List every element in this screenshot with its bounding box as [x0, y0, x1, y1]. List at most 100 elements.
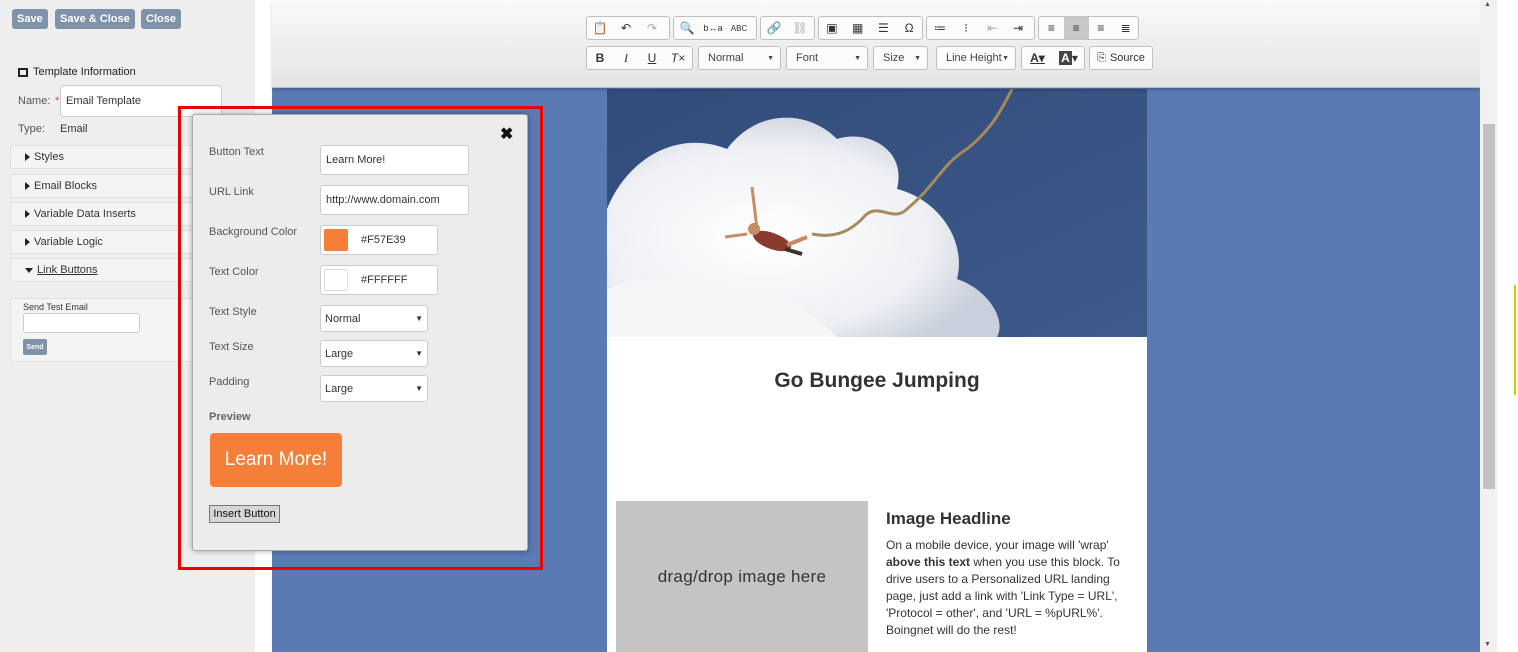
caret-right-icon: [25, 153, 30, 161]
align-group: ≡ ≡ ≡ ≣: [1038, 16, 1139, 40]
scroll-down-icon[interactable]: ▼: [1484, 641, 1491, 648]
redo-icon[interactable]: ↷: [639, 17, 665, 39]
clipboard-group: 📋 ↶ ↷: [586, 16, 670, 40]
select-arrow-icon: ▼: [415, 349, 423, 358]
email-body: Go Bungee Jumping drag/drop image here I…: [607, 89, 1147, 652]
background-color-label: Background Color: [209, 226, 298, 238]
email-headline[interactable]: Go Bungee Jumping: [607, 369, 1147, 393]
type-label: Type:: [18, 123, 45, 135]
url-link-input[interactable]: http://www.domain.com: [320, 185, 469, 215]
spellcheck-icon[interactable]: ABC: [726, 17, 752, 39]
image-drop-zone[interactable]: drag/drop image here: [616, 501, 868, 652]
section-label: Styles: [34, 151, 64, 163]
numbered-list-icon[interactable]: ≔: [927, 17, 953, 39]
text-color-swatch[interactable]: [324, 269, 348, 291]
line-height-value: Line Height: [946, 52, 1002, 64]
outdent-icon[interactable]: ⇤: [979, 17, 1005, 39]
text-color-label: Text Color: [209, 266, 259, 278]
font-value: Font: [796, 52, 819, 64]
section-label: Link Buttons: [37, 264, 98, 276]
preview-label: Preview: [209, 411, 251, 423]
text-size-label: Text Size: [209, 341, 254, 353]
save-close-button[interactable]: Save & Close: [55, 9, 135, 29]
section-label: Email Blocks: [34, 180, 97, 192]
hero-image[interactable]: [607, 89, 1147, 337]
source-button[interactable]: ⎘ Source: [1089, 46, 1153, 70]
image-insert-icon[interactable]: ▣: [819, 17, 845, 39]
body-text-part: On a mobile device, your image will 'wra…: [886, 538, 1109, 552]
insert-button[interactable]: Insert Button: [209, 505, 280, 523]
scroll-up-icon[interactable]: ▲: [1484, 1, 1491, 8]
close-button[interactable]: Close: [141, 9, 181, 29]
scrollbar-thumb[interactable]: [1483, 124, 1495, 489]
bg-color-icon[interactable]: A ▾: [1053, 47, 1084, 69]
find-group: 🔍 b↔a ABC: [673, 16, 757, 40]
button-text-input[interactable]: Learn More!: [320, 145, 469, 175]
body-text-bold: above this text: [886, 555, 971, 569]
paste-icon[interactable]: 📋: [587, 17, 613, 39]
image-body-text[interactable]: On a mobile device, your image will 'wra…: [886, 537, 1141, 639]
name-label: Name:: [18, 95, 51, 107]
select-arrow-icon: ▼: [415, 384, 423, 393]
find-icon[interactable]: 🔍: [674, 17, 700, 39]
dropdown-arrow-icon: ▼: [1002, 54, 1009, 62]
section-label: Variable Logic: [34, 236, 103, 248]
edge-marker: [1514, 285, 1516, 395]
text-size-value: Large: [325, 347, 354, 360]
text-color-picker[interactable]: #FFFFFF: [320, 265, 438, 295]
link-icon[interactable]: 🔗: [761, 17, 787, 39]
line-height-dropdown[interactable]: Line Height ▼: [936, 46, 1016, 70]
source-icon: ⎘: [1097, 51, 1106, 64]
table-icon[interactable]: ▦: [845, 17, 871, 39]
remove-format-icon[interactable]: T×: [665, 47, 691, 69]
template-info-heading: Template Information: [18, 66, 136, 78]
bold-icon[interactable]: B: [587, 47, 613, 69]
insert-group: ▣ ▦ ☰ Ω: [818, 16, 923, 40]
preview-button: Learn More!: [210, 433, 342, 487]
close-icon[interactable]: ✖: [500, 124, 513, 144]
send-button[interactable]: Send: [23, 339, 47, 355]
save-button[interactable]: Save: [12, 9, 48, 29]
font-dropdown[interactable]: Font ▼: [786, 46, 868, 70]
image-headline[interactable]: Image Headline: [886, 509, 1011, 529]
text-style-label: Text Style: [209, 306, 257, 318]
text-style-select[interactable]: Normal ▼: [320, 305, 428, 332]
size-dropdown[interactable]: Size ▼: [873, 46, 928, 70]
basic-style-group: B I U T×: [586, 46, 693, 70]
padding-label: Padding: [209, 376, 250, 388]
list-group: ≔ ⁝ ⇤ ⇥: [926, 16, 1035, 40]
undo-icon[interactable]: ↶: [613, 17, 639, 39]
text-color-hex[interactable]: #FFFFFF: [361, 274, 407, 286]
url-link-label: URL Link: [209, 186, 254, 198]
send-test-email-input[interactable]: [23, 313, 140, 333]
bullet-list-icon[interactable]: ⁝: [953, 17, 979, 39]
align-left-icon[interactable]: ≡: [1039, 17, 1064, 39]
underline-icon[interactable]: U: [639, 47, 665, 69]
special-char-icon[interactable]: Ω: [896, 17, 922, 39]
indent-icon[interactable]: ⇥: [1005, 17, 1031, 39]
background-color-swatch[interactable]: [324, 229, 348, 251]
horizontal-line-icon[interactable]: ☰: [871, 17, 897, 39]
background-color-picker[interactable]: #F57E39: [320, 225, 438, 255]
dropdown-arrow-icon: ▼: [914, 54, 921, 62]
source-label: Source: [1109, 52, 1145, 64]
bungee-photo: [607, 89, 1147, 337]
color-group: A▾ A ▾: [1021, 46, 1085, 70]
align-right-icon[interactable]: ≡: [1089, 17, 1114, 39]
dropdown-arrow-icon: ▼: [767, 54, 774, 62]
background-color-hex[interactable]: #F57E39: [361, 234, 406, 246]
align-justify-icon[interactable]: ≣: [1113, 17, 1138, 39]
replace-icon[interactable]: b↔a: [700, 17, 726, 39]
format-dropdown[interactable]: Normal ▼: [698, 46, 781, 70]
type-value: Email: [60, 123, 88, 135]
caret-down-icon: [25, 267, 33, 273]
unlink-icon[interactable]: ⛓: [787, 17, 813, 39]
italic-icon[interactable]: I: [613, 47, 639, 69]
align-center-icon[interactable]: ≡: [1063, 17, 1089, 39]
padding-select[interactable]: Large ▼: [320, 375, 428, 402]
required-mark: *: [55, 95, 60, 107]
text-size-select[interactable]: Large ▼: [320, 340, 428, 367]
dropdown-arrow-icon: ▼: [854, 54, 861, 62]
caret-right-icon: [25, 182, 30, 190]
text-color-icon[interactable]: A▾: [1022, 47, 1053, 69]
